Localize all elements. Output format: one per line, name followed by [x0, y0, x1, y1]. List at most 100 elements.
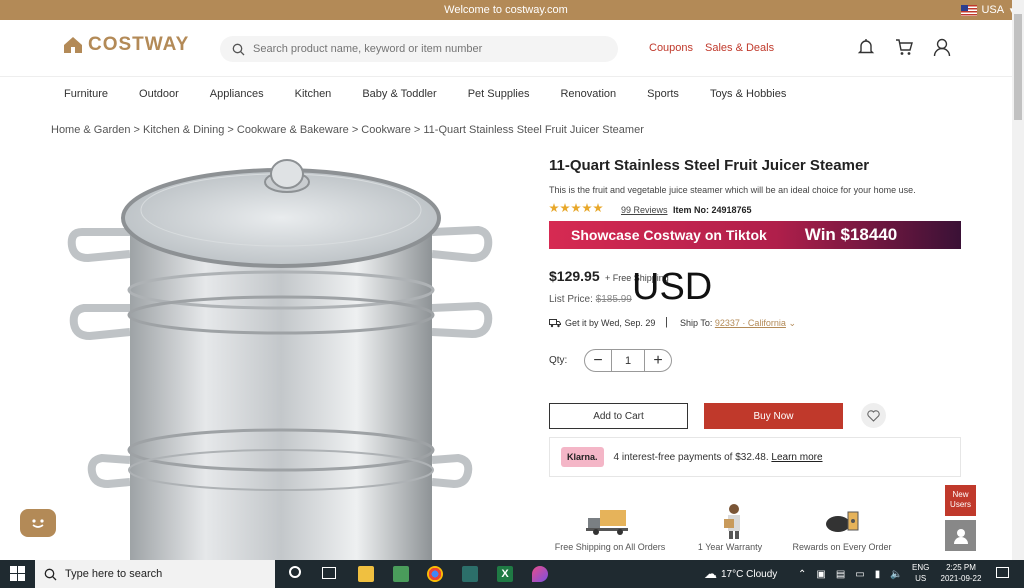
banner-left-text: Showcase Costway on Tiktok: [571, 227, 767, 243]
learn-more-link[interactable]: Learn more: [771, 452, 822, 463]
system-tray: ⌃ ▣ ▤ ▭ ▮ 🔈: [798, 560, 903, 588]
list-price: List Price: $185.99: [549, 294, 632, 305]
app-icon[interactable]: [462, 566, 478, 582]
windows-start-icon[interactable]: [10, 566, 25, 581]
file-explorer-icon[interactable]: [358, 566, 374, 582]
scrollbar-thumb[interactable]: [1014, 14, 1022, 120]
feature-label: Free Shipping on All Orders: [554, 542, 666, 552]
coupons-link[interactable]: Coupons: [649, 42, 693, 54]
language-indicator[interactable]: ENG US: [912, 562, 929, 584]
nav-item-furniture[interactable]: Furniture: [64, 88, 108, 100]
star-icon: [549, 203, 559, 213]
currency-label: USA: [981, 4, 1005, 16]
ship-to[interactable]: Ship To: 92337 · California ⌄: [680, 318, 796, 329]
customer-icon[interactable]: [945, 520, 976, 551]
product-image[interactable]: [60, 150, 520, 560]
buy-now-button[interactable]: Buy Now: [704, 403, 843, 429]
divider: |: [665, 316, 668, 328]
clock-date: 2021-09-22: [940, 574, 982, 583]
heart-icon: [867, 409, 880, 422]
account-icon[interactable]: [932, 37, 952, 57]
klarna-logo: Klarna.: [561, 447, 604, 467]
search-input[interactable]: [251, 42, 595, 56]
welcome-text: Welcome to costway.com: [444, 4, 568, 16]
ship-to-label: Ship To:: [680, 318, 713, 328]
search-bar[interactable]: [220, 36, 618, 62]
feature-free-shipping: Free Shipping on All Orders: [549, 500, 671, 552]
tray-app-icon[interactable]: ▣: [816, 569, 825, 580]
price: $129.95: [549, 268, 600, 284]
taskbar-search[interactable]: Type here to search: [35, 560, 275, 588]
store-icon[interactable]: [393, 566, 409, 582]
nav-item-sports[interactable]: Sports: [647, 88, 679, 100]
wishlist-button[interactable]: [861, 403, 886, 428]
notifications-icon[interactable]: [996, 567, 1009, 578]
task-view-icon[interactable]: [322, 567, 336, 579]
reviews-link[interactable]: 99 Reviews: [621, 205, 668, 215]
star-icon: [582, 203, 592, 213]
logo[interactable]: COSTWAY: [62, 34, 189, 56]
klarna-text: 4 interest-free payments of $32.48. Lear…: [614, 452, 823, 463]
nav-item-kitchen[interactable]: Kitchen: [295, 88, 332, 100]
currency-selector[interactable]: USA ▼: [961, 0, 1016, 20]
welcome-bar: Welcome to costway.com: [0, 0, 1012, 20]
feature-rewards: Rewards on Every Order: [783, 500, 901, 552]
product-description: This is the fruit and vegetable juice st…: [549, 185, 916, 195]
star-icon: [593, 203, 603, 213]
nav-item-outdoor[interactable]: Outdoor: [139, 88, 179, 100]
cortana-icon[interactable]: [289, 566, 301, 578]
feature-warranty: 1 Year Warranty: [690, 500, 770, 552]
plus-button[interactable]: +: [645, 352, 671, 370]
nav-item-renovation[interactable]: Renovation: [560, 88, 616, 100]
cloud-icon: ☁: [704, 566, 717, 581]
quantity-stepper[interactable]: − 1 +: [584, 349, 672, 372]
tiktok-promo-banner[interactable]: Showcase Costway on Tiktok Win $18440: [549, 221, 961, 249]
nav-item-appliances[interactable]: Appliances: [210, 88, 264, 100]
category-nav: Furniture Outdoor Appliances Kitchen Bab…: [64, 88, 817, 100]
ship-to-location[interactable]: 92337 · California: [715, 318, 786, 328]
clock-time: 2:25 PM: [946, 563, 976, 572]
excel-icon[interactable]: X: [497, 566, 513, 582]
new-users-button[interactable]: New Users: [945, 485, 976, 516]
house-logo-icon: [64, 37, 82, 53]
quantity-value[interactable]: 1: [611, 350, 645, 371]
usd-overlay-text: USD: [632, 266, 713, 308]
breadcrumb[interactable]: Home & Garden > Kitchen & Dining > Cookw…: [51, 124, 644, 136]
add-to-cart-button[interactable]: Add to Cart: [549, 403, 688, 429]
chrome-icon[interactable]: [427, 566, 443, 582]
cart-icon[interactable]: [894, 37, 914, 57]
delivery-estimate: Get it by Wed, Sep. 29: [549, 318, 655, 328]
list-price-label: List Price:: [549, 294, 593, 305]
battery-icon[interactable]: ▮: [875, 569, 881, 580]
piggy-bank-icon: [826, 511, 859, 532]
delivery-truck-icon: [586, 510, 628, 535]
item-number: Item No: 24918765: [673, 205, 752, 215]
bell-icon[interactable]: [856, 37, 876, 57]
truck-icon: [549, 319, 561, 328]
lang-us: US: [915, 574, 927, 583]
product-title: 11-Quart Stainless Steel Fruit Juicer St…: [549, 157, 870, 174]
chevron-down-icon: ⌄: [788, 318, 796, 328]
sales-deals-link[interactable]: Sales & Deals: [705, 42, 774, 54]
chat-bot-button[interactable]: [20, 509, 56, 537]
us-flag-icon: [961, 4, 978, 16]
nav-item-baby-toddler[interactable]: Baby & Toddler: [362, 88, 436, 100]
network-icon[interactable]: ▤: [836, 569, 845, 580]
feature-label: 1 Year Warranty: [697, 542, 763, 552]
banner-right-text: Win $18440: [804, 225, 898, 244]
volume-icon[interactable]: 🔈: [890, 569, 902, 580]
klarna-box: Klarna. 4 interest-free payments of $32.…: [549, 437, 961, 477]
monitor-icon[interactable]: ▭: [855, 569, 864, 580]
clock[interactable]: 2:25 PM 2021-09-22: [938, 562, 984, 584]
minus-button[interactable]: −: [585, 352, 611, 370]
nav-item-toys-hobbies[interactable]: Toys & Hobbies: [710, 88, 786, 100]
taskbar-search-text: Type here to search: [65, 568, 163, 580]
nav-item-pet-supplies[interactable]: Pet Supplies: [468, 88, 530, 100]
paint-icon[interactable]: [532, 566, 548, 582]
weather-widget[interactable]: ☁ 17°C Cloudy: [704, 560, 777, 588]
chevron-up-icon[interactable]: ⌃: [798, 569, 806, 580]
star-icon: [560, 203, 570, 213]
lang-eng: ENG: [912, 563, 930, 572]
klarna-installments: 4 interest-free payments of $32.48.: [613, 451, 769, 463]
search-icon: [44, 568, 57, 580]
